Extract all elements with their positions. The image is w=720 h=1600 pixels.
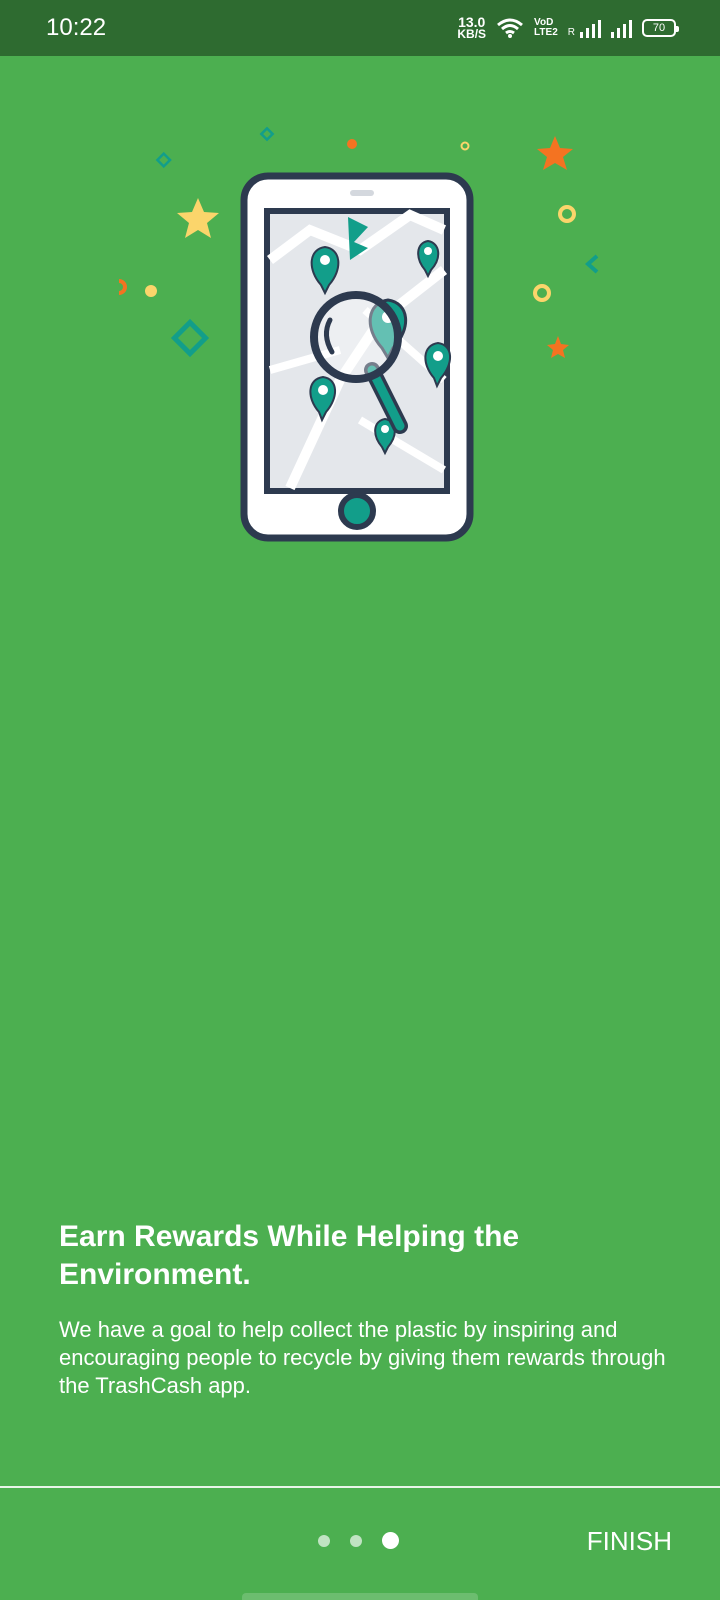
volte-indicator: VoD LTE2 xyxy=(534,18,558,38)
page-dot-1[interactable] xyxy=(318,1534,330,1547)
footer-divider xyxy=(0,1486,720,1488)
page-dot-3-active[interactable] xyxy=(382,1532,399,1549)
onboarding-title: Earn Rewards While Helping the Environme… xyxy=(59,1220,520,1291)
status-icons: 13.0 KB/S VoD LTE2 R 70 xyxy=(457,15,679,41)
battery-level: 70 xyxy=(652,22,666,34)
status-time: 10:22 xyxy=(46,14,107,41)
finish-button[interactable]: FINISH xyxy=(587,1526,672,1557)
onboarding-description: We have a goal to help collect the plast… xyxy=(59,1317,666,1398)
gesture-bar[interactable] xyxy=(242,1593,478,1600)
star-icon xyxy=(177,198,219,238)
signal-icon-2 xyxy=(611,18,632,38)
wifi-icon xyxy=(497,18,524,38)
volte-bottom: LTE2 xyxy=(534,27,558,38)
network-speed: 13.0 KB/S xyxy=(457,15,487,41)
roaming-label: R xyxy=(567,27,575,38)
phone-map-illustration xyxy=(118,126,599,542)
battery-icon: 70 xyxy=(642,19,679,37)
page-indicator xyxy=(318,1532,399,1549)
network-speed-unit: KB/S xyxy=(457,27,487,41)
status-bar: 10:22 13.0 KB/S VoD LTE2 R 70 xyxy=(0,0,720,56)
page-dot-2[interactable] xyxy=(350,1534,362,1547)
signal-icon: R xyxy=(568,18,601,38)
onboarding-text: Earn Rewards While Helping the Environme… xyxy=(59,1218,669,1400)
